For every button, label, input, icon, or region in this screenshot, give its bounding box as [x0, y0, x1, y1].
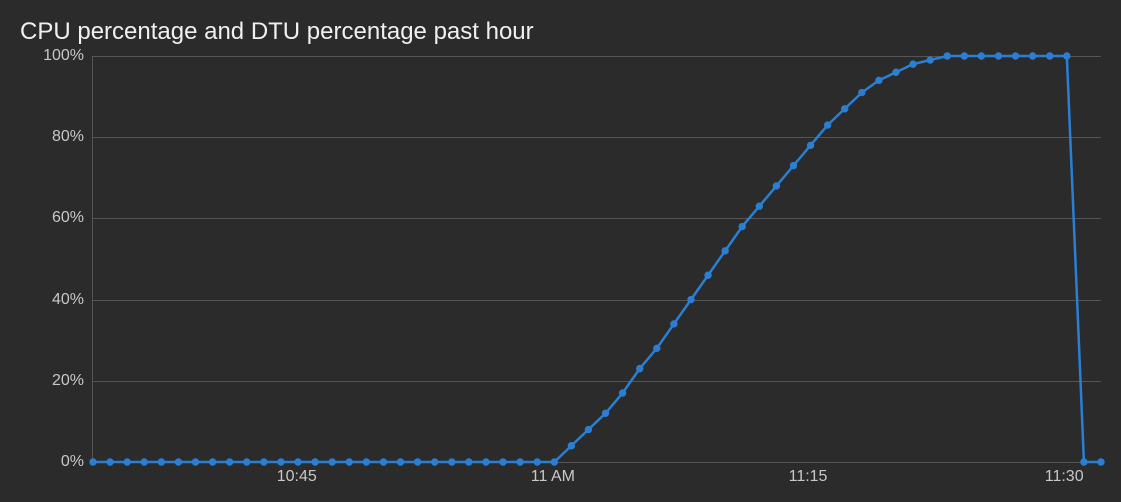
y-tick-label: 0%	[61, 453, 84, 471]
series-point[interactable]	[1029, 53, 1035, 59]
series-point[interactable]	[671, 321, 677, 327]
series-point[interactable]	[585, 426, 591, 432]
series-point[interactable]	[637, 365, 643, 371]
series-point[interactable]	[654, 345, 660, 351]
series-point[interactable]	[1012, 53, 1018, 59]
series-point[interactable]	[1064, 53, 1070, 59]
y-tick-label: 80%	[52, 128, 84, 146]
series-point[interactable]	[859, 89, 865, 95]
series-point[interactable]	[910, 61, 916, 67]
y-tick-label: 20%	[52, 372, 84, 390]
x-axis: 10:45 11 AM 11:15 11:30	[92, 462, 1081, 492]
x-tick-label: 11:30	[1045, 468, 1084, 486]
chart-title: CPU percentage and DTU percentage past h…	[20, 18, 1101, 46]
series-point[interactable]	[944, 53, 950, 59]
line-series-svg	[93, 56, 1101, 462]
series-point[interactable]	[978, 53, 984, 59]
x-tick-label: 11 AM	[531, 468, 575, 486]
x-tick-label: 10:45	[277, 468, 317, 486]
chart-area: 0%20%40%60%80%100% 10:4511 AM11:1511:30	[20, 56, 1101, 492]
series-point[interactable]	[961, 53, 967, 59]
y-tick-label: 100%	[43, 47, 84, 65]
series-point[interactable]	[602, 410, 608, 416]
series-point[interactable]	[739, 223, 745, 229]
series-point[interactable]	[705, 272, 711, 278]
series-line	[93, 56, 1101, 462]
y-axis: 0%20%40%60%80%100%	[20, 56, 92, 462]
series-point[interactable]	[790, 162, 796, 168]
series-point[interactable]	[756, 203, 762, 209]
series-point[interactable]	[619, 390, 625, 396]
series-point[interactable]	[1047, 53, 1053, 59]
series-point[interactable]	[773, 183, 779, 189]
plot-area[interactable]	[92, 56, 1101, 462]
series-point[interactable]	[722, 248, 728, 254]
series-point[interactable]	[688, 296, 694, 302]
series-point[interactable]	[995, 53, 1001, 59]
series-point[interactable]	[876, 77, 882, 83]
series-point[interactable]	[1081, 459, 1087, 465]
y-tick-label: 60%	[52, 209, 84, 227]
series-point[interactable]	[893, 69, 899, 75]
series-point[interactable]	[842, 106, 848, 112]
series-point[interactable]	[927, 57, 933, 63]
series-point[interactable]	[824, 122, 830, 128]
series-point[interactable]	[807, 142, 813, 148]
series-point[interactable]	[1098, 459, 1104, 465]
series-point[interactable]	[568, 443, 574, 449]
x-tick-label: 11:15	[789, 468, 828, 486]
chart-panel: CPU percentage and DTU percentage past h…	[0, 0, 1121, 502]
y-tick-label: 40%	[52, 291, 84, 309]
